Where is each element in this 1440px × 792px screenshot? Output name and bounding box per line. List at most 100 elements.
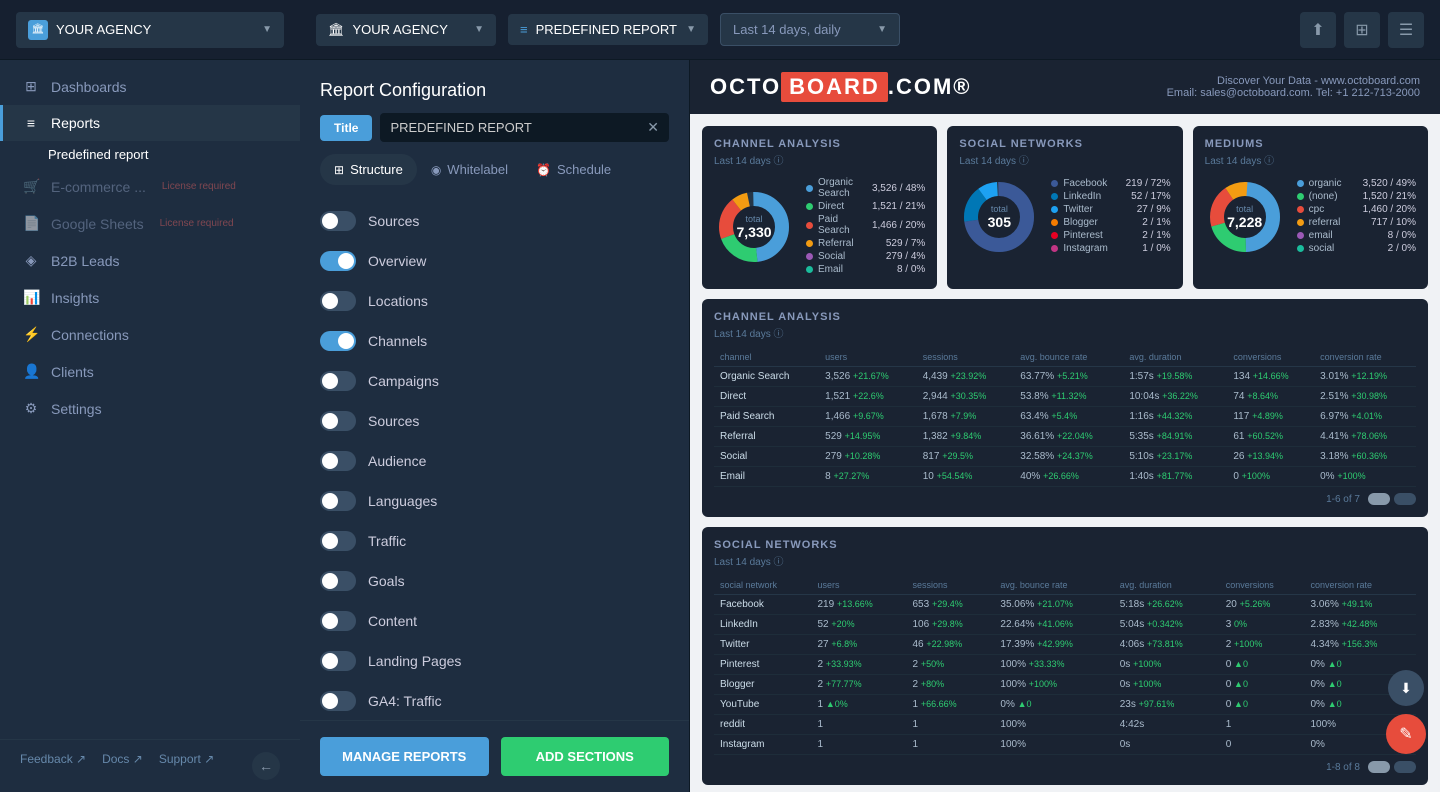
- legend-dot: [1051, 180, 1058, 187]
- legend-dot: [806, 185, 813, 192]
- channel-page-toggle[interactable]: [1368, 493, 1416, 505]
- cell: Referral: [714, 427, 819, 447]
- sidebar-item-label: Settings: [51, 401, 102, 417]
- clear-title-icon[interactable]: ✕: [647, 119, 659, 136]
- cell: 10:04s +36.22%: [1123, 387, 1227, 407]
- tab-schedule[interactable]: ⏰ Schedule: [522, 154, 625, 185]
- license-badge-2: License required: [160, 218, 234, 229]
- sidebar-item-label: Google Sheets: [51, 216, 144, 232]
- channel-analysis-title: CHANNEL ANALYSIS: [714, 138, 925, 150]
- toggle-campaigns[interactable]: [320, 371, 356, 391]
- sidebar-item-b2b-leads[interactable]: ◈ B2B Leads: [0, 242, 300, 279]
- toggle-sources1[interactable]: [320, 211, 356, 231]
- col-conv-rate: conversion rate: [1304, 576, 1416, 595]
- sidebar-item-connections[interactable]: ⚡ Connections: [0, 316, 300, 353]
- sidebar: 🏛 YOUR AGENCY ▼ ⊞ Dashboards ≡ Reports P…: [0, 0, 300, 792]
- toggle-goals[interactable]: [320, 571, 356, 591]
- back-button[interactable]: ←: [252, 752, 280, 780]
- section-label-channels: Channels: [368, 333, 427, 349]
- cell: 1 +66.66%: [906, 695, 994, 715]
- cell: 2 +33.93%: [812, 655, 907, 675]
- tab-structure[interactable]: ⊞ Structure: [320, 154, 417, 185]
- mediums-donut: total 7,228: [1205, 177, 1285, 257]
- toggle-sources2[interactable]: [320, 411, 356, 431]
- cell: 10 +54.54%: [917, 467, 1015, 487]
- sidebar-item-clients[interactable]: 👤 Clients: [0, 353, 300, 390]
- toggle-traffic[interactable]: [320, 531, 356, 551]
- cell: 0 ▲0: [1220, 655, 1305, 675]
- social-networks-title: SOCIAL NETWORKS: [959, 138, 1170, 150]
- cell: Instagram: [714, 735, 812, 755]
- legend-item: cpc1,460 / 20%: [1297, 204, 1416, 215]
- agency-selector[interactable]: 🏛 YOUR AGENCY ▼: [16, 12, 284, 48]
- cell: 1:16s +44.32%: [1123, 407, 1227, 427]
- toggle-audience[interactable]: [320, 451, 356, 471]
- legend-dot: [806, 203, 813, 210]
- manage-reports-button[interactable]: MANAGE REPORTS: [320, 737, 489, 776]
- toggle-overview[interactable]: [320, 251, 356, 271]
- sidebar-item-insights[interactable]: 📊 Insights: [0, 279, 300, 316]
- cell: 4.34% +156.3%: [1304, 635, 1416, 655]
- toggle-channels[interactable]: [320, 331, 356, 351]
- cell: 6.97% +4.01%: [1314, 407, 1416, 427]
- docs-link[interactable]: Docs ↗: [102, 752, 143, 780]
- page-dot-2[interactable]: [1394, 493, 1416, 505]
- toggle-locations[interactable]: [320, 291, 356, 311]
- cell: 35.06% +21.07%: [994, 595, 1113, 615]
- page-dot-2[interactable]: [1394, 761, 1416, 773]
- social-networks-content: total 305 Facebook219 / 72% LinkedIn52 /…: [959, 177, 1170, 257]
- add-sections-button[interactable]: ADD SECTIONS: [501, 737, 670, 776]
- menu-button[interactable]: ☰: [1388, 12, 1424, 48]
- col-channel: channel: [714, 348, 819, 367]
- social-pagination: 1-8 of 8: [714, 761, 1416, 773]
- sidebar-item-reports[interactable]: ≡ Reports: [0, 105, 300, 141]
- dashboards-icon: ⊞: [23, 78, 39, 95]
- page-dot-1[interactable]: [1368, 761, 1390, 773]
- date-selector[interactable]: Last 14 days, daily ▼: [720, 13, 900, 46]
- toggle-landing_pages[interactable]: [320, 651, 356, 671]
- agency-top-selector[interactable]: 🏛 YOUR AGENCY ▼: [316, 14, 496, 46]
- toggle-ga4_traffic[interactable]: [320, 691, 356, 711]
- sidebar-item-predefined-report[interactable]: Predefined report: [0, 141, 300, 168]
- support-link[interactable]: Support ↗: [159, 752, 214, 780]
- layout-button[interactable]: ⊞: [1344, 12, 1380, 48]
- agency-label: YOUR AGENCY: [56, 22, 151, 37]
- table-row: Referral529 +14.95%1,382 +9.84%36.61% +2…: [714, 427, 1416, 447]
- tab-whitelabel[interactable]: ◉ Whitelabel: [417, 154, 522, 185]
- cell: 17.39% +42.99%: [994, 635, 1113, 655]
- cell: 40% +26.66%: [1014, 467, 1123, 487]
- sidebar-nav: ⊞ Dashboards ≡ Reports Predefined report…: [0, 60, 300, 739]
- edit-fab[interactable]: ✎: [1386, 714, 1426, 754]
- cell: 5:10s +23.17%: [1123, 447, 1227, 467]
- feedback-link[interactable]: Feedback ↗: [20, 752, 86, 780]
- sidebar-item-dashboards[interactable]: ⊞ Dashboards: [0, 68, 300, 105]
- page-dot-1[interactable]: [1368, 493, 1390, 505]
- legend-item: Blogger2 / 1%: [1051, 217, 1170, 228]
- sidebar-item-label: Clients: [51, 364, 94, 380]
- report-title-input[interactable]: PREDEFINED REPORT ✕: [380, 113, 669, 142]
- channel-table-subtitle: Last 14 days ⓘ: [714, 325, 1416, 340]
- sidebar-item-label: Reports: [51, 115, 100, 131]
- date-range-label: Last 14 days, daily: [733, 22, 841, 37]
- section-label-locations: Locations: [368, 293, 428, 309]
- sidebar-item-label: E-commerce ...: [51, 179, 146, 195]
- toggle-content[interactable]: [320, 611, 356, 631]
- agency-icon: 🏛: [28, 20, 48, 40]
- report-selector[interactable]: ≡ PREDEFINED REPORT ▼: [508, 14, 708, 45]
- section-item-traffic: Traffic: [300, 521, 689, 561]
- toggle-languages[interactable]: [320, 491, 356, 511]
- legend-item: Twitter27 / 9%: [1051, 204, 1170, 215]
- charts-area: CHANNEL ANALYSIS Last 14 days ⓘ: [690, 114, 1440, 792]
- cell: 1: [1220, 715, 1305, 735]
- table-row: Instagram1 1 100% 0s 0 0%: [714, 735, 1416, 755]
- sidebar-item-settings[interactable]: ⚙ Settings: [0, 390, 300, 427]
- social-page-toggle[interactable]: [1368, 761, 1416, 773]
- share-button[interactable]: ⬆: [1300, 12, 1336, 48]
- download-fab[interactable]: ⬇: [1388, 670, 1424, 706]
- col-users: users: [812, 576, 907, 595]
- title-tab-active[interactable]: Title: [320, 115, 372, 141]
- col-bounce: avg. bounce rate: [1014, 348, 1123, 367]
- social-table-card: SOCIAL NETWORKS Last 14 days ⓘ social ne…: [702, 527, 1428, 785]
- cell: 0 ▲0: [1220, 695, 1305, 715]
- top-charts-row: CHANNEL ANALYSIS Last 14 days ⓘ: [702, 126, 1428, 289]
